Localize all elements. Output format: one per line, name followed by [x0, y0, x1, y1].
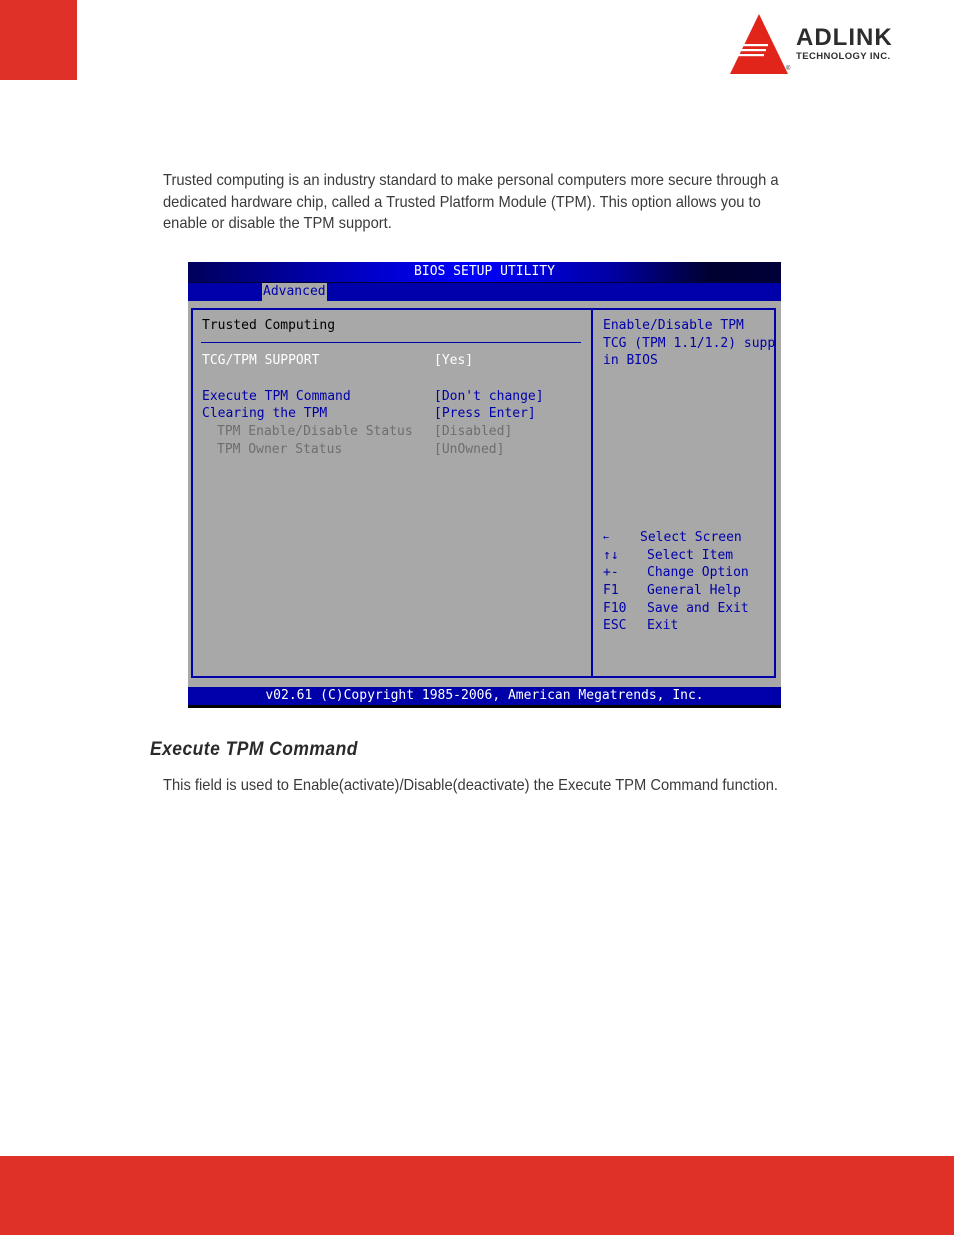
legend-action: Exit [647, 618, 679, 633]
help-line: in BIOS [603, 353, 658, 368]
bios-section-heading: Trusted Computing [202, 318, 336, 333]
bios-title-bar: BIOS SETUP UTILITY [188, 262, 781, 282]
brand-tagline: TECHNOLOGY INC. [796, 51, 891, 62]
setting-label: TCG/TPM SUPPORT [202, 353, 320, 368]
section-description: This field is used to Enable(activate)/D… [163, 777, 778, 794]
setting-label: Clearing the TPM [202, 406, 328, 421]
setting-label: TPM Enable/Disable Status [217, 424, 413, 439]
bios-heading-rule [201, 342, 581, 343]
setting-value[interactable]: [Press Enter] [434, 405, 536, 423]
legend-action: Select Item [647, 548, 734, 563]
legend-action: Select Screen [640, 530, 742, 545]
bios-status-bar: v02.61 (C)Copyright 1985-2006, American … [188, 687, 781, 708]
help-line: Enable/Disable TPM [603, 318, 744, 333]
corner-tab [0, 0, 77, 80]
legend-key: ESC [603, 618, 627, 633]
tab-advanced[interactable]: Advanced [262, 283, 327, 301]
setting-value[interactable]: [Yes] [434, 352, 473, 370]
section-heading: Execute TPM Command [150, 739, 358, 760]
brand-name: ADLINK [796, 24, 893, 51]
legend-key: +- [603, 565, 619, 580]
setting-value: [UnOwned] [434, 442, 505, 457]
bios-menu-bar: Advanced [188, 282, 781, 301]
legend-action: Save and Exit [647, 601, 749, 616]
bios-panel-divider [591, 308, 593, 678]
setting-label: Execute TPM Command [202, 389, 351, 404]
legend-action: Change Option [647, 565, 749, 580]
adlink-triangle-icon [730, 14, 788, 74]
legend-key: F1 [603, 583, 619, 598]
legend-key: F10 [603, 601, 627, 616]
bios-screenshot: BIOS SETUP UTILITY Advanced Trusted Comp… [188, 262, 781, 708]
setting-value: [Disabled] [434, 424, 513, 439]
left-arrow-icon: ← [603, 532, 610, 543]
intro-paragraph: Trusted computing is an industry standar… [163, 172, 779, 232]
legend-action: General Help [647, 583, 741, 598]
footer-band [0, 1156, 954, 1235]
help-line: TCG (TPM 1.1/1.2) supp [603, 336, 776, 351]
adlink-logo: ADLINK TECHNOLOGY INC. ® [726, 12, 926, 78]
setting-label: TPM Owner Status [217, 442, 343, 457]
setting-value[interactable]: [Don't change] [434, 388, 544, 406]
up-down-arrow-icon: ↑↓ [603, 548, 619, 563]
registered-mark: ® [786, 66, 791, 72]
